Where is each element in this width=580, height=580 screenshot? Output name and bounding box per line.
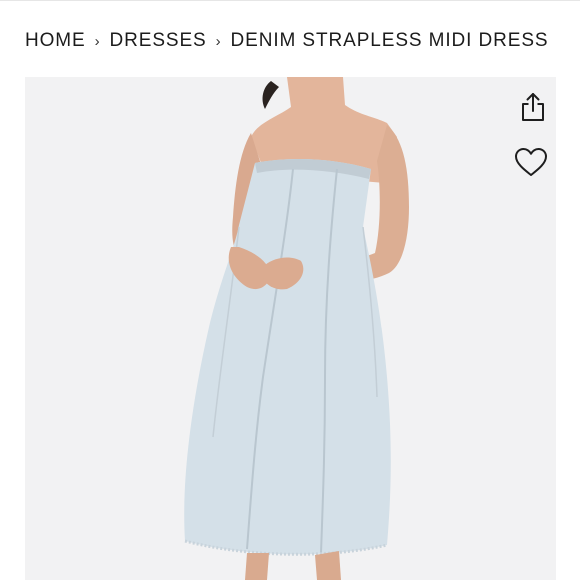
breadcrumb-home[interactable]: HOME [25,30,86,52]
share-icon [522,93,544,121]
breadcrumb: HOME › DRESSES › DENIM STRAPLESS MIDI DR… [25,28,549,54]
top-divider [0,0,580,1]
wishlist-button[interactable] [511,142,551,182]
breadcrumb-separator: › [94,32,101,50]
heart-icon [515,148,547,176]
product-image[interactable] [25,77,556,580]
breadcrumb-separator: › [215,32,222,50]
share-button[interactable] [513,87,553,127]
breadcrumb-current-product: DENIM STRAPLESS MIDI DRESS [230,30,549,51]
breadcrumb-dresses[interactable]: DRESSES [110,30,207,52]
product-photo-illustration [184,77,409,580]
